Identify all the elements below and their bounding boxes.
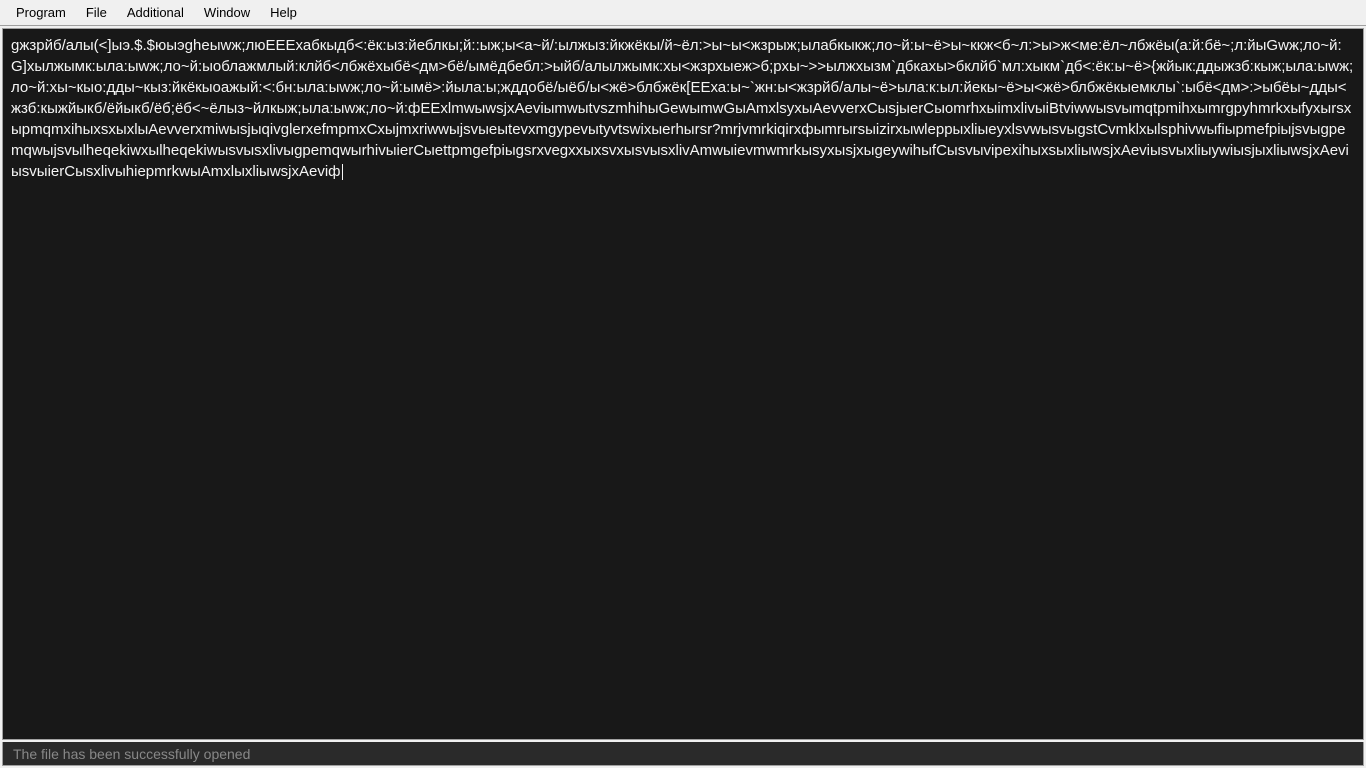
editor-area[interactable]: gжзрйб/алы(<]ыэ.$.$юыэgheыwж;люЕЕЕхабкыд… bbox=[2, 28, 1364, 740]
menu-additional[interactable]: Additional bbox=[117, 2, 194, 23]
menubar: Program File Additional Window Help bbox=[0, 0, 1366, 26]
menu-program[interactable]: Program bbox=[6, 2, 76, 23]
menu-file[interactable]: File bbox=[76, 2, 117, 23]
menu-window[interactable]: Window bbox=[194, 2, 260, 23]
menu-help[interactable]: Help bbox=[260, 2, 307, 23]
statusbar: The file has been successfully opened bbox=[2, 742, 1364, 766]
editor-content: gжзрйб/алы(<]ыэ.$.$юыэgheыwж;люЕЕЕхабкыд… bbox=[11, 37, 1353, 180]
status-message: The file has been successfully opened bbox=[13, 746, 250, 762]
editor-text[interactable]: gжзрйб/алы(<]ыэ.$.$юыэgheыwж;люЕЕЕхабкыд… bbox=[11, 35, 1355, 182]
text-cursor bbox=[342, 164, 343, 180]
